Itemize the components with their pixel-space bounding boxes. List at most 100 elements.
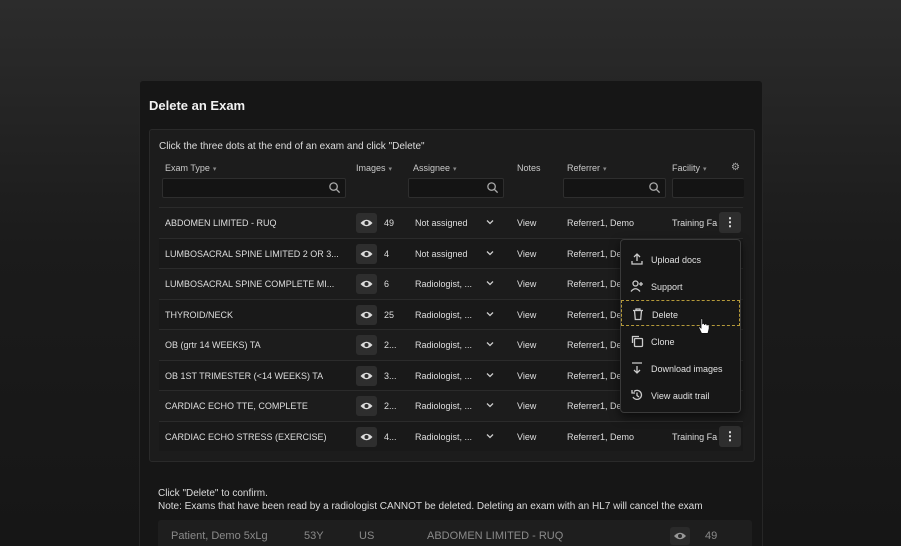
- view-images-button[interactable]: [356, 426, 377, 447]
- images-count: 2...: [384, 401, 397, 411]
- modality: US: [359, 530, 375, 542]
- history-icon: [631, 389, 643, 401]
- referrer-value: Referrer1, De: [567, 370, 622, 381]
- menu-item-clone[interactable]: Clone: [621, 328, 740, 354]
- view-images-button[interactable]: [670, 527, 690, 545]
- menu-item-label: Support: [651, 282, 683, 292]
- patient-exam-type: ABDOMEN LIMITED - RUQ: [427, 530, 564, 542]
- assignee-value: Radiologist, ...: [415, 431, 473, 442]
- upload-icon: [631, 253, 643, 265]
- patient-name: Patient, Demo 5xLg: [171, 530, 268, 542]
- chevron-down-icon[interactable]: [485, 400, 495, 410]
- exam-type-cell: OB (grtr 14 WEEKS) TA: [165, 340, 261, 350]
- header-exam-type[interactable]: Exam Type ▾: [165, 163, 216, 173]
- referrer-value: Referrer1, Demo: [567, 218, 635, 228]
- facility-filter-input[interactable]: [672, 178, 744, 198]
- header-images-label: Images: [356, 163, 386, 173]
- more-actions-button[interactable]: ⋮: [719, 212, 741, 233]
- notes-link[interactable]: View: [517, 279, 536, 289]
- view-images-button[interactable]: [356, 243, 377, 264]
- header-assignee[interactable]: Assignee ▾: [413, 163, 457, 173]
- header-facility[interactable]: Facility ▾: [672, 163, 707, 173]
- referrer-value: Referrer1, Demo: [567, 431, 635, 442]
- menu-item-delete[interactable]: Delete: [621, 300, 740, 326]
- header-referrer-label: Referrer: [567, 163, 601, 173]
- eye-icon: [674, 532, 686, 540]
- assignee-value: Radiologist, ...: [415, 309, 473, 320]
- view-images-button[interactable]: [356, 365, 377, 386]
- search-icon: [487, 182, 499, 194]
- notes-link[interactable]: View: [517, 249, 536, 259]
- view-images-button[interactable]: [356, 304, 377, 325]
- actions-menu: Upload docs Support Delete Clone Downloa…: [620, 239, 741, 413]
- chevron-down-icon[interactable]: [485, 278, 495, 288]
- exam-type-cell: LUMBOSACRAL SPINE LIMITED 2 OR 3...: [165, 248, 339, 259]
- menu-item-download-images[interactable]: Download images: [621, 355, 740, 381]
- exam-type-cell: ABDOMEN LIMITED - RUQ: [165, 218, 277, 228]
- assignee-value: Not assigned: [415, 218, 468, 228]
- eye-icon: [360, 250, 373, 257]
- assignee-filter-input[interactable]: [408, 178, 504, 198]
- patient-exam-row[interactable]: Patient, Demo 5xLg 53Y US ABDOMEN LIMITE…: [158, 520, 752, 546]
- table-row[interactable]: CARDIAC ECHO STRESS (EXERCISE) 4... Radi…: [159, 420, 743, 451]
- search-icon: [649, 182, 661, 194]
- header-exam-type-label: Exam Type: [165, 163, 210, 173]
- view-images-button[interactable]: [356, 213, 377, 233]
- page-title: Delete an Exam: [149, 98, 246, 113]
- more-actions-button[interactable]: ⋮: [719, 425, 741, 447]
- view-images-button[interactable]: [356, 396, 377, 416]
- referrer-value: Referrer1, De: [567, 309, 622, 320]
- header-notes-label: Notes: [517, 163, 541, 173]
- chevron-down-icon[interactable]: [485, 431, 495, 441]
- copy-icon: [631, 335, 644, 348]
- eye-icon: [360, 280, 373, 288]
- gear-icon[interactable]: ⚙: [731, 162, 740, 173]
- sort-caret-icon: ▾: [212, 166, 217, 173]
- sort-caret-icon: ▾: [388, 166, 393, 173]
- assignee-value: Radiologist, ...: [415, 340, 473, 350]
- exam-type-cell: CARDIAC ECHO TTE, COMPLETE: [165, 401, 308, 411]
- sort-caret-icon: ▾: [603, 166, 607, 173]
- chevron-down-icon[interactable]: [485, 309, 495, 319]
- referrer-value: Referrer1, De: [567, 248, 622, 259]
- header-notes: Notes: [517, 163, 541, 173]
- notes-link[interactable]: View: [517, 432, 536, 442]
- view-images-button[interactable]: [356, 335, 377, 355]
- chevron-down-icon[interactable]: [485, 217, 495, 227]
- images-count: 6: [384, 279, 390, 289]
- patient-images-count: 49: [705, 530, 718, 542]
- menu-item-support[interactable]: Support: [621, 273, 740, 299]
- table-row[interactable]: ABDOMEN LIMITED - RUQ 49 Not assigned Vi…: [159, 207, 743, 238]
- referrer-filter-input[interactable]: [563, 178, 666, 198]
- sort-caret-icon: ▾: [453, 166, 457, 173]
- assignee-value: Radiologist, ...: [415, 279, 473, 289]
- chevron-down-icon[interactable]: [485, 370, 495, 380]
- menu-item-label: View audit trail: [651, 391, 710, 401]
- notes-link[interactable]: View: [517, 340, 536, 350]
- notes-link[interactable]: View: [517, 310, 536, 320]
- pointer-cursor-icon: [698, 318, 710, 334]
- notes-link[interactable]: View: [517, 401, 536, 411]
- header-assignee-label: Assignee: [413, 163, 451, 173]
- menu-item-label: Clone: [651, 337, 675, 347]
- instruction-text: Click the three dots at the end of an ex…: [159, 141, 425, 152]
- view-images-button[interactable]: [356, 274, 377, 294]
- images-count: 2...: [384, 340, 397, 350]
- chevron-down-icon[interactable]: [485, 339, 495, 349]
- menu-item-view-audit-trail[interactable]: View audit trail: [621, 382, 740, 408]
- header-referrer[interactable]: Referrer ▾: [567, 163, 607, 173]
- search-icon: [329, 182, 341, 194]
- exam-type-cell: THYROID/NECK: [165, 309, 234, 320]
- exam-type-filter-input[interactable]: [162, 178, 346, 198]
- eye-icon: [360, 372, 373, 379]
- chevron-down-icon[interactable]: [485, 248, 495, 258]
- confirm-instructions: Click "Delete" to confirm. Note: Exams t…: [158, 488, 703, 513]
- facility-value: Training Fa: [672, 218, 718, 228]
- exam-type-cell: CARDIAC ECHO STRESS (EXERCISE): [165, 431, 327, 442]
- header-images[interactable]: Images ▾: [356, 163, 392, 173]
- notes-link[interactable]: View: [517, 371, 536, 381]
- eye-icon: [360, 219, 373, 227]
- notes-link[interactable]: View: [517, 218, 536, 228]
- menu-item-label: Delete: [652, 310, 679, 320]
- menu-item-upload-docs[interactable]: Upload docs: [621, 246, 740, 272]
